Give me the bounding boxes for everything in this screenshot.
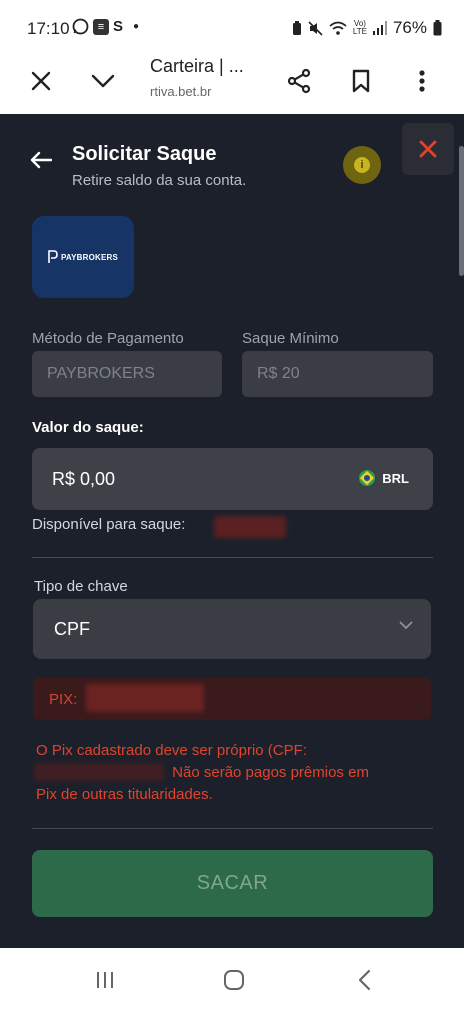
cpf-redacted: [34, 763, 164, 781]
mute-icon: [308, 20, 323, 36]
close-modal-button[interactable]: [402, 123, 454, 175]
info-icon: i: [354, 157, 370, 173]
amount-input[interactable]: R$ 0,00 BRL: [32, 448, 433, 510]
share-icon: [287, 68, 311, 94]
back-button[interactable]: [30, 151, 53, 174]
home-button[interactable]: [222, 966, 246, 994]
key-type-value: CPF: [54, 618, 90, 639]
payment-provider-logo[interactable]: PAYBROKERS: [32, 216, 134, 298]
modal-subtitle: Retire saldo da sua conta.: [72, 172, 247, 189]
page-url[interactable]: rtiva.bet.br: [150, 84, 211, 99]
submit-withdraw-button[interactable]: SACAR: [32, 850, 433, 917]
more-options-button[interactable]: [405, 64, 439, 98]
payment-method-label: Método de Pagamento: [32, 330, 184, 347]
browser-toolbar: Carteira | ... rtiva.bet.br: [0, 56, 464, 114]
payment-method-field: PAYBROKERS: [32, 351, 222, 397]
modal-title: Solicitar Saque: [72, 143, 217, 165]
status-left-icons: ≡ S ●: [72, 18, 139, 35]
divider: [32, 557, 433, 558]
signal-icon: [372, 21, 387, 35]
warning-text-1: O Pix cadastrado deve ser próprio (CPF:: [36, 742, 307, 759]
battery-percent: 76%: [392, 18, 427, 37]
divider: [32, 828, 433, 829]
brazil-flag-icon: [359, 470, 376, 486]
min-withdraw-label: Saque Mínimo: [242, 330, 339, 347]
s-icon: S: [113, 18, 124, 35]
volte-label-bottom: LTE: [352, 27, 367, 36]
share-button[interactable]: [282, 64, 316, 98]
pix-value-redacted: [86, 684, 204, 712]
battery-saver-icon: [292, 20, 301, 35]
available-label: Disponível para saque:: [32, 516, 186, 533]
available-value-redacted: [214, 516, 286, 538]
status-right-icons: Vo) LTE 76%: [292, 18, 442, 38]
system-nav-bar: [0, 948, 464, 1013]
warning-text-3: Pix de outras titularidades.: [36, 786, 213, 803]
logo-text: PAYBROKERS: [60, 252, 119, 262]
app-icon: ≡: [93, 18, 109, 35]
bookmark-button[interactable]: [344, 64, 378, 98]
currency-badge: BRL: [359, 470, 409, 486]
battery-icon: [433, 20, 442, 36]
chevron-down-icon: [91, 74, 115, 88]
warning-text-2: Não serão pagos prêmios em: [172, 764, 369, 781]
close-tab-button[interactable]: [24, 64, 58, 98]
home-icon: [224, 970, 244, 990]
status-bar: 17:10 ≡ S ● Vo) LTE 76%: [0, 0, 464, 56]
amount-label: Valor do saque:: [32, 419, 144, 436]
currency-code: BRL: [382, 470, 409, 486]
chevron-left-icon: [358, 969, 371, 991]
info-button[interactable]: i: [343, 146, 381, 184]
bookmark-icon: [352, 69, 370, 93]
close-icon: [31, 71, 51, 91]
key-type-select[interactable]: CPF: [33, 599, 431, 659]
status-time: 17:10: [27, 19, 70, 38]
wifi-icon: [329, 21, 347, 35]
scrollbar[interactable]: [459, 146, 464, 276]
back-nav-button[interactable]: [354, 966, 374, 994]
recents-icon: [97, 972, 113, 988]
arrow-left-icon: [30, 151, 53, 169]
recents-button[interactable]: [93, 966, 117, 994]
volte-icon: Vo) LTE: [353, 20, 367, 36]
close-icon: [419, 140, 437, 158]
chevron-down-icon: [399, 621, 413, 630]
page-title: Carteira | ...: [150, 56, 244, 76]
minimize-button[interactable]: [86, 64, 120, 98]
pix-label: PIX:: [49, 690, 78, 708]
key-type-label: Tipo de chave: [34, 578, 128, 595]
amount-value: R$ 0,00: [52, 468, 116, 489]
more-vertical-icon: [419, 70, 425, 92]
whatsapp-icon: [72, 18, 89, 35]
dot-icon: ●: [133, 21, 140, 32]
paybrokers-logo-icon: [48, 250, 58, 263]
min-withdraw-field: R$ 20: [242, 351, 433, 397]
